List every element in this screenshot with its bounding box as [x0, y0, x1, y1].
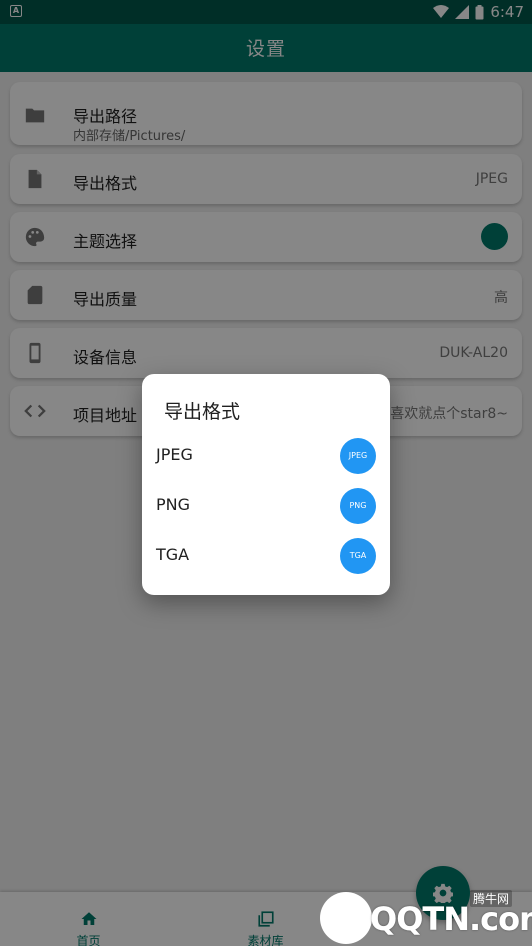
- option-label: TGA: [156, 545, 190, 564]
- watermark-circle: [320, 892, 372, 944]
- watermark-logo: QQTN.com 腾牛网: [320, 890, 532, 946]
- watermark-small-text: 腾牛网: [470, 890, 513, 907]
- format-option-png[interactable]: PNG PNG: [142, 482, 390, 532]
- option-badge: TGA: [340, 538, 376, 574]
- dialog-title: 导出格式: [164, 401, 241, 423]
- export-format-dialog: 导出格式 JPEG JPEG PNG PNG TGA TGA: [142, 374, 390, 595]
- option-label: JPEG: [156, 445, 193, 464]
- format-option-tga[interactable]: TGA TGA: [142, 532, 390, 582]
- option-label: PNG: [156, 495, 191, 514]
- option-badge: PNG: [340, 488, 376, 524]
- option-badge: JPEG: [340, 438, 376, 474]
- format-option-jpeg[interactable]: JPEG JPEG: [142, 432, 390, 482]
